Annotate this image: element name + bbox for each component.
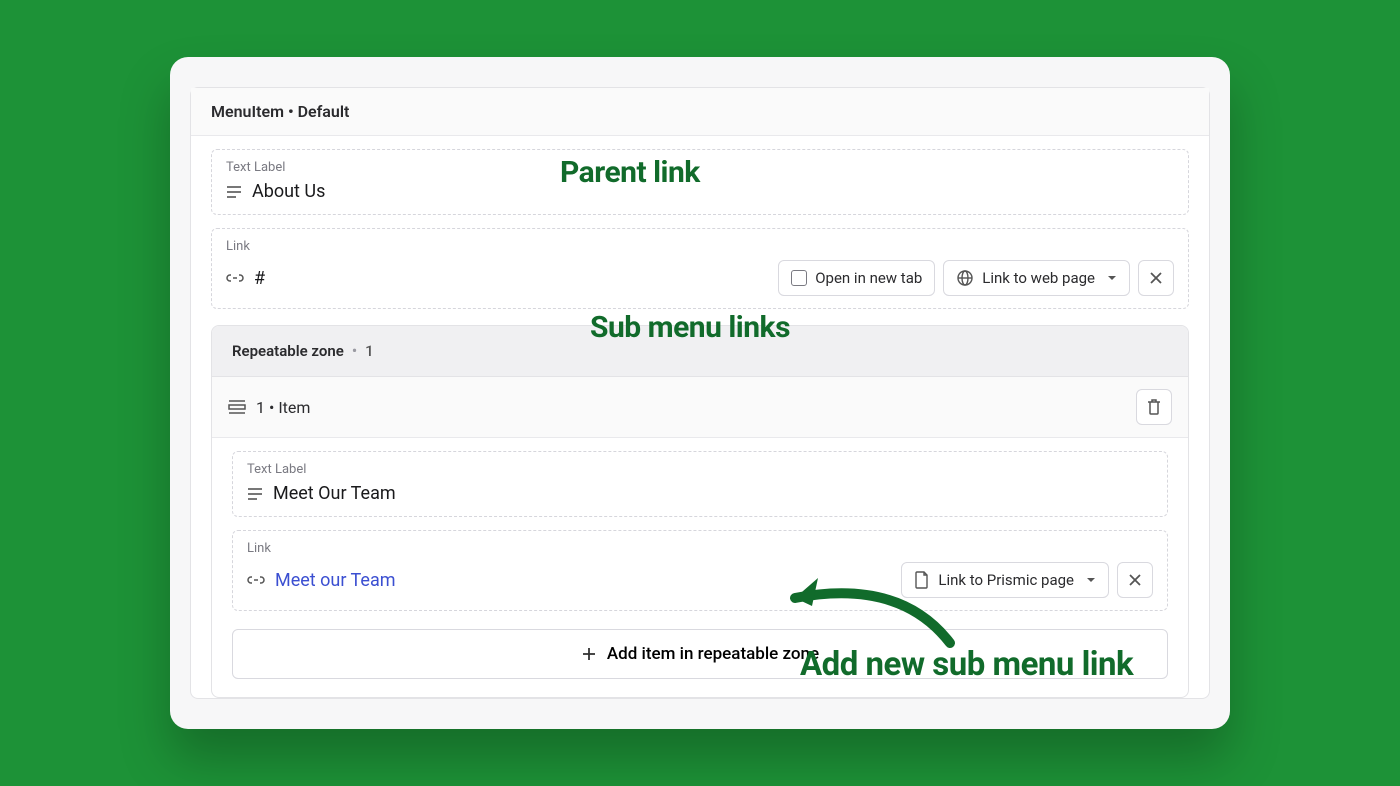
link-type-label: Link to web page (982, 269, 1095, 287)
page-icon (914, 571, 930, 589)
plus-icon (581, 646, 597, 662)
clear-link-button[interactable] (1138, 260, 1174, 296)
text-lines-icon (226, 185, 242, 199)
field-value-row: Meet our Team Link to Prismic page (247, 562, 1153, 598)
zone-count: 1 (365, 342, 374, 360)
clear-link-button[interactable] (1117, 562, 1153, 598)
chevron-down-icon (1107, 275, 1117, 282)
link-icon (226, 271, 244, 285)
item-icon (228, 399, 246, 415)
link-icon (247, 573, 265, 587)
parent-link-field[interactable]: Link # Open in new tab (211, 228, 1189, 309)
link-type-dropdown[interactable]: Link to web page (943, 260, 1130, 296)
child-link-value: Meet our Team (275, 570, 396, 591)
field-label: Link (247, 541, 1153, 556)
repeatable-zone: Repeatable zone • 1 1 • Item (211, 325, 1189, 698)
add-item-button[interactable]: Add item in repeatable zone (232, 629, 1168, 679)
close-icon (1149, 271, 1163, 285)
globe-icon (956, 269, 974, 287)
text-lines-icon (247, 487, 263, 501)
field-value-row: # Open in new tab Link to web page (226, 260, 1174, 296)
open-new-tab-toggle[interactable]: Open in new tab (778, 260, 935, 296)
slice-title: MenuItem • Default (191, 88, 1209, 136)
open-new-tab-label: Open in new tab (815, 269, 922, 287)
child-text-label-field[interactable]: Text Label Meet Our Team (232, 451, 1168, 517)
editor-card: MenuItem • Default Text Label About Us L… (170, 57, 1230, 729)
link-type-label: Link to Prismic page (938, 571, 1074, 589)
link-type-dropdown[interactable]: Link to Prismic page (901, 562, 1109, 598)
trash-icon (1146, 398, 1162, 416)
field-label: Text Label (247, 462, 1153, 477)
add-item-label: Add item in repeatable zone (607, 644, 819, 664)
separator-dot: • (352, 342, 357, 360)
parent-link-value: # (254, 268, 265, 289)
zone-item-label: 1 • Item (256, 398, 310, 417)
zone-name: Repeatable zone (232, 342, 344, 360)
child-link-field[interactable]: Link Meet our Team Link to Pris (232, 530, 1168, 611)
field-value-row: Meet Our Team (247, 483, 1153, 504)
field-value-row: About Us (226, 181, 1174, 202)
slice-panel: MenuItem • Default Text Label About Us L… (190, 87, 1210, 699)
close-icon (1128, 573, 1142, 587)
zone-header: Repeatable zone • 1 (212, 326, 1188, 377)
parent-text-value: About Us (252, 181, 325, 202)
chevron-down-icon (1086, 577, 1096, 584)
field-label: Text Label (226, 160, 1174, 175)
delete-item-button[interactable] (1136, 389, 1172, 425)
checkbox-icon (791, 270, 807, 286)
child-text-value: Meet Our Team (273, 483, 396, 504)
zone-item-header[interactable]: 1 • Item (212, 377, 1188, 438)
field-label: Link (226, 239, 1174, 254)
parent-text-label-field[interactable]: Text Label About Us (211, 149, 1189, 215)
